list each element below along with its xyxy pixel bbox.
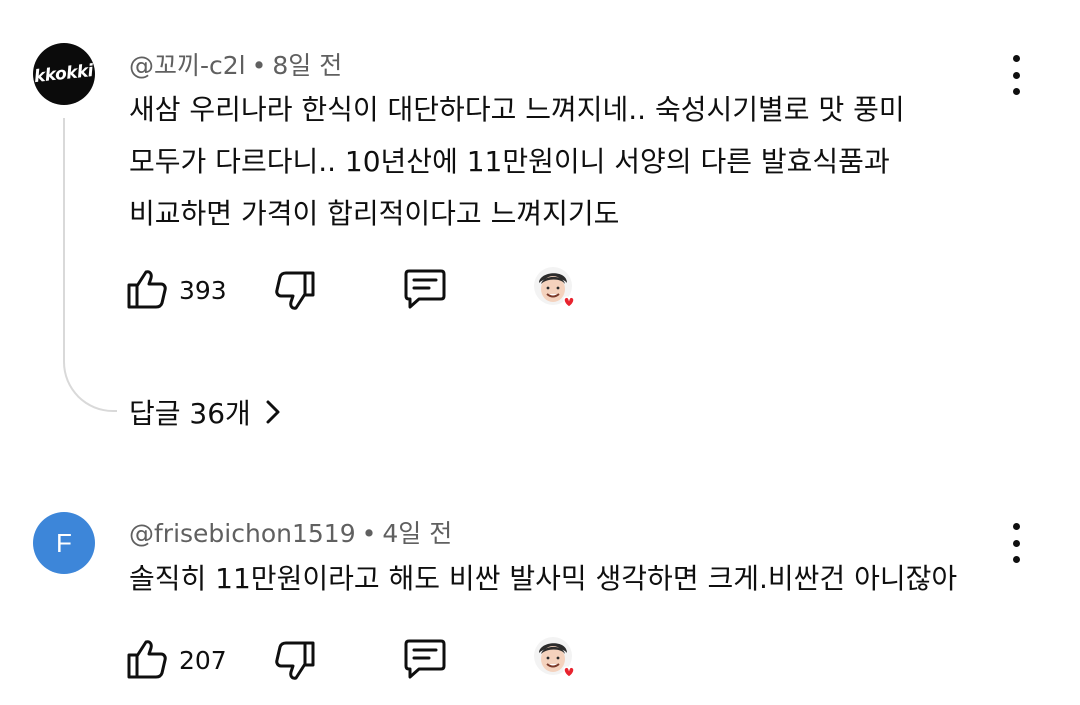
comment-meta: @frisebichon1519 • 4일 전 (129, 514, 452, 550)
comment-line: 새삼 우리나라 한식이 대단하다고 느껴지네.. 숙성시기별로 맛 풍미 (129, 93, 905, 126)
reply-thread-line (63, 118, 117, 412)
like-count: 207 (179, 646, 227, 675)
thumbs-up-icon[interactable] (126, 268, 168, 310)
comments-section: kkokki @꼬끼-c2l • 8일 전 새삼 우리나라 한식이 대단하다고 느껴… (0, 0, 1080, 705)
reply-icon[interactable] (403, 268, 447, 310)
comment-line: 모두가 다르다니.. 10년산에 11만원이니 서양의 다른 발효식품과 (129, 145, 890, 178)
comment-meta: @꼬끼-c2l • 8일 전 (129, 46, 342, 82)
avatar-text: F (56, 527, 72, 558)
comment-line: 솔직히 11만원이라고 해도 비싼 발사믹 생각하면 크게.비싼건 아니잖아 (129, 562, 958, 595)
avatar[interactable]: kkokki (33, 43, 95, 105)
creator-heart-icon (534, 637, 575, 678)
comment-time[interactable]: 8일 전 (272, 51, 342, 80)
avatar-text: kkokki (33, 60, 95, 88)
comment-author[interactable]: @frisebichon1519 (129, 519, 356, 548)
replies-link[interactable]: 답글 36개 (129, 392, 281, 432)
replies-label: 답글 36개 (129, 397, 251, 430)
reply-icon[interactable] (403, 638, 447, 680)
thumbs-down-icon[interactable] (274, 270, 316, 312)
meta-separator: • (251, 51, 267, 80)
meta-separator: • (361, 519, 377, 548)
comment-time[interactable]: 4일 전 (382, 519, 452, 548)
thumbs-down-icon[interactable] (274, 640, 316, 682)
more-options-icon[interactable] (1011, 523, 1021, 563)
creator-heart-icon (534, 267, 575, 308)
avatar[interactable]: F (33, 512, 95, 574)
comment-text: 솔직히 11만원이라고 해도 비싼 발사믹 생각하면 크게.비싼건 아니잖아 (129, 553, 957, 605)
like-count: 393 (179, 276, 227, 305)
comment-text: 새삼 우리나라 한식이 대단하다고 느껴지네.. 숙성시기별로 맛 풍미 모두가… (129, 84, 905, 240)
chevron-right-icon (266, 400, 280, 424)
thumbs-up-icon[interactable] (126, 638, 168, 680)
comment-line: 비교하면 가격이 합리적이다고 느껴지기도 (129, 197, 620, 230)
more-options-icon[interactable] (1011, 55, 1021, 95)
comment-author[interactable]: @꼬끼-c2l (129, 51, 246, 80)
